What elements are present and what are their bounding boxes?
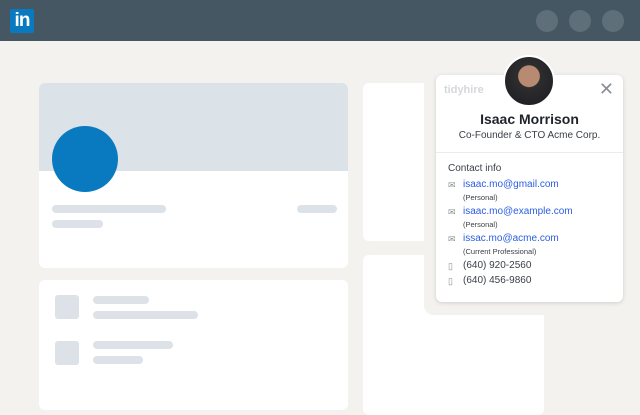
profile-card — [39, 83, 348, 268]
skeleton-bar — [93, 341, 173, 349]
mail-icon: ✉ — [448, 180, 456, 190]
email-row: ✉ isaac.mo@example.com (Personal) — [448, 206, 573, 229]
contact-avatar — [503, 55, 555, 107]
phone-number[interactable]: (640) 456-9860 — [463, 275, 531, 286]
phone-row: ▯ (640) 456-9860 — [448, 275, 531, 287]
top-bar: in — [0, 0, 640, 41]
skeleton-bar — [52, 205, 166, 213]
email-link[interactable]: issac.mo@acme.com — [463, 233, 559, 244]
email-row: ✉ isaac.mo@gmail.com (Personal) — [448, 179, 559, 202]
phone-row: ▯ (640) 920-2560 — [448, 260, 531, 272]
linkedin-logo[interactable]: in — [10, 9, 34, 33]
nav-dot-icon[interactable] — [602, 10, 624, 32]
phone-number[interactable]: (640) 920-2560 — [463, 260, 531, 271]
close-icon[interactable]: ✕ — [599, 79, 614, 100]
contact-title: Co-Founder & CTO Acme Corp. — [458, 130, 601, 141]
divider — [436, 152, 623, 153]
mail-icon: ✉ — [448, 207, 456, 217]
contact-name: Isaac Morrison — [480, 111, 579, 127]
email-type: (Current Professional) — [463, 247, 537, 256]
skeleton-thumb — [55, 295, 79, 319]
skeleton-bar — [52, 220, 103, 228]
skeleton-thumb — [55, 341, 79, 365]
profile-avatar — [52, 126, 118, 192]
nav-dot-icon[interactable] — [536, 10, 558, 32]
tidyhire-logo: tidyhire — [444, 84, 484, 96]
email-type: (Personal) — [463, 193, 498, 202]
phone-icon: ▯ — [448, 261, 453, 271]
email-type: (Personal) — [463, 220, 498, 229]
nav-dot-icon[interactable] — [569, 10, 591, 32]
skeleton-bar — [93, 311, 198, 319]
skeleton-bar — [297, 205, 337, 213]
feed-card — [39, 280, 348, 410]
email-row: ✉ issac.mo@acme.com (Current Professional… — [448, 233, 559, 256]
skeleton-bar — [93, 296, 149, 304]
email-link[interactable]: isaac.mo@gmail.com — [463, 179, 559, 190]
mail-icon: ✉ — [448, 234, 456, 244]
phone-icon: ▯ — [448, 276, 453, 286]
skeleton-bar — [93, 356, 143, 364]
email-link[interactable]: isaac.mo@example.com — [463, 206, 573, 217]
contact-popup: tidyhire ✕ Isaac Morrison Co-Founder & C… — [436, 75, 623, 302]
contact-info-label: Contact info — [448, 163, 502, 174]
